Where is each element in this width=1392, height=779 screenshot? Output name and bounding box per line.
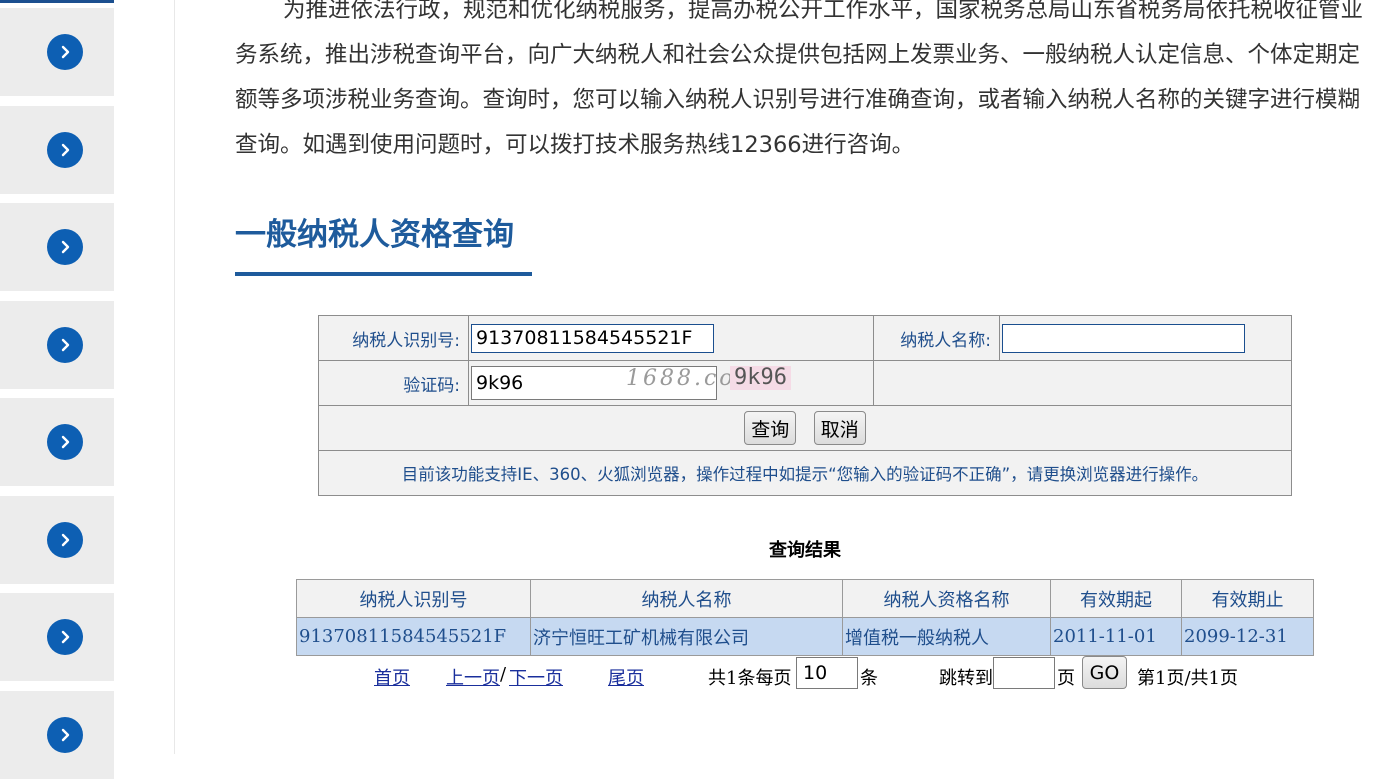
query-form: 纳税人识别号: 纳税人名称: 验证码: 查询 取消 目前该功能支持IE、360、… [318, 315, 1292, 496]
chevron-right-icon[interactable] [47, 327, 83, 363]
taxpayer-name-input[interactable] [1002, 323, 1245, 353]
empty-cell [873, 360, 1292, 406]
sidebar-item[interactable] [0, 106, 114, 194]
pager-separator: / [500, 664, 507, 685]
column-header: 有效期止 [1181, 579, 1314, 618]
jump-page-input[interactable] [993, 657, 1055, 689]
per-page-input[interactable] [796, 657, 858, 689]
column-header: 纳税人名称 [530, 579, 843, 618]
per-page-unit: 条 [860, 668, 878, 689]
sidebar-item[interactable] [0, 398, 114, 486]
column-header: 纳税人识别号 [296, 579, 531, 618]
pagination: 首页 上一页 / 下一页 尾页 共1条每页 条 跳转到 页 GO 第1页/共1页 [0, 656, 1392, 692]
column-header: 有效期起 [1050, 579, 1182, 618]
name-label: 纳税人名称: [873, 315, 1000, 361]
results-table: 纳税人识别号 纳税人名称 纳税人资格名称 有效期起 有效期止 913708115… [296, 579, 1314, 656]
go-button[interactable]: GO [1082, 656, 1127, 689]
cell-valid-to: 2099-12-31 [1181, 617, 1314, 656]
captcha-label: 验证码: [318, 360, 469, 406]
captcha-code: 9k96 [730, 366, 791, 390]
cancel-button[interactable]: 取消 [813, 411, 866, 445]
column-header: 纳税人资格名称 [842, 579, 1051, 618]
cell-name: 济宁恒旺工矿机械有限公司 [530, 617, 843, 656]
query-button[interactable]: 查询 [744, 411, 797, 445]
tin-label: 纳税人识别号: [318, 315, 469, 361]
chevron-right-icon[interactable] [47, 424, 83, 460]
page-info: 第1页/共1页 [1137, 668, 1238, 689]
next-page-link[interactable]: 下一页 [509, 664, 563, 690]
divider [174, 0, 175, 754]
results-title: 查询结果 [769, 540, 841, 561]
cell-qualification: 增值税一般纳税人 [842, 617, 1051, 656]
total-count-text: 共1条每页 [708, 668, 792, 689]
sidebar-item[interactable] [0, 8, 114, 96]
sidebar-item[interactable] [0, 203, 114, 291]
sidebar-top-line [0, 0, 114, 3]
sidebar [0, 0, 114, 779]
cell-valid-from: 2011-11-01 [1050, 617, 1182, 656]
jump-label: 跳转到 [939, 668, 993, 689]
page-title: 一般纳税人资格查询 [235, 210, 532, 276]
page-unit: 页 [1057, 668, 1075, 689]
table-row: 91370811584545521F 济宁恒旺工矿机械有限公司 增值税一般纳税人… [296, 617, 1314, 656]
first-page-link[interactable]: 首页 [374, 664, 410, 690]
browser-notice: 目前该功能支持IE、360、火狐浏览器，操作过程中如提示“您输入的验证码不正确”… [318, 450, 1292, 496]
chevron-right-icon[interactable] [47, 132, 83, 168]
chevron-right-icon[interactable] [47, 717, 83, 753]
intro-paragraph: 为推进依法行政，规范和优化纳税服务，提高办税公开工作水平，国家税务总局山东省税务… [235, 0, 1364, 158]
sidebar-item[interactable] [0, 691, 114, 779]
chevron-right-icon[interactable] [47, 34, 83, 70]
chevron-right-icon[interactable] [47, 619, 83, 655]
last-page-link[interactable]: 尾页 [608, 664, 644, 690]
cell-tin: 91370811584545521F [296, 617, 531, 656]
sidebar-item[interactable] [0, 301, 114, 389]
prev-page-link[interactable]: 上一页 [446, 664, 500, 690]
chevron-right-icon[interactable] [47, 229, 83, 265]
tin-input[interactable] [471, 323, 714, 353]
